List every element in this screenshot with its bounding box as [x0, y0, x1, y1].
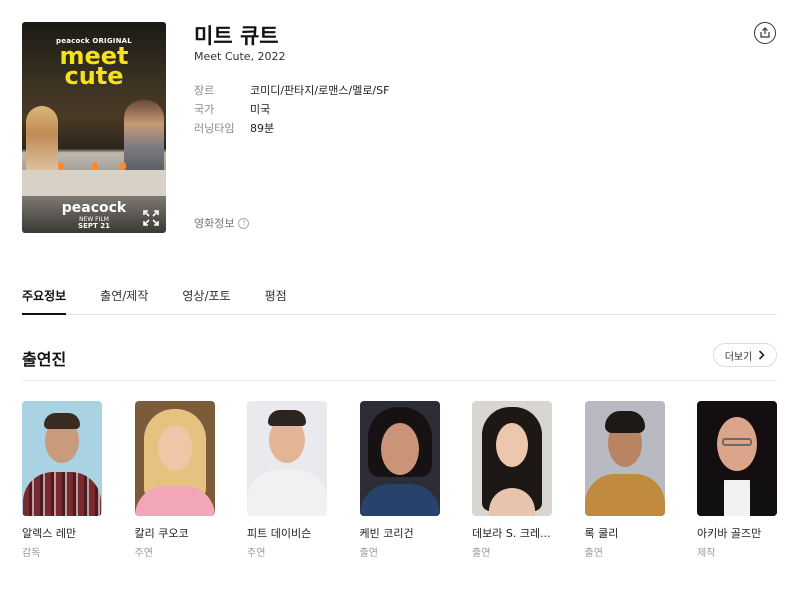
- cast-role: 감독: [22, 548, 41, 559]
- cast-member[interactable]: 피트 데이비슨 주연: [247, 401, 327, 559]
- meta-key: 장르: [194, 83, 215, 97]
- movie-meta-list: 장르 코미디/판타지/로맨스/멜로/SF 국가 미국 러닝타임 89분: [194, 80, 389, 137]
- meta-row-genre: 장르 코미디/판타지/로맨스/멜로/SF: [194, 80, 389, 99]
- poster-table: [22, 170, 166, 196]
- cast-photo[interactable]: [359, 401, 440, 516]
- photo-body: [23, 472, 101, 516]
- cast-name: 케빈 코리건: [359, 527, 414, 540]
- meta-value: 미국: [250, 102, 271, 116]
- cast-role: 주연: [134, 548, 153, 559]
- cast-member[interactable]: 케빈 코리건 출연: [359, 401, 440, 559]
- movie-poster[interactable]: peacock ORIGINAL meet cute peacock NEW F…: [22, 22, 166, 233]
- section-divider: [22, 380, 777, 381]
- movie-subtitle: Meet Cute, 2022: [194, 50, 286, 63]
- poster-candle: [58, 162, 64, 170]
- cast-name: 데보라 S. 크레...: [472, 527, 551, 540]
- cast-name: 록 쿨리: [584, 527, 619, 540]
- cast-photo[interactable]: [247, 401, 327, 516]
- cast-member[interactable]: 데보라 S. 크레... 출연: [472, 401, 552, 559]
- photo-hair: [722, 438, 752, 446]
- photo-body: [697, 480, 777, 516]
- poster-candle: [92, 162, 98, 170]
- cast-list: 알렉스 레만 감독 칼리 쿠오코 주연 피트 데이비슨 주연 케빈 코리건 출연: [22, 401, 777, 559]
- cast-role: 출연: [359, 548, 378, 559]
- info-icon: !: [238, 217, 250, 229]
- tab-cast-crew[interactable]: 출연/제작: [100, 284, 148, 315]
- cast-role: 출연: [472, 548, 491, 559]
- cast-role: 제작: [697, 548, 716, 559]
- more-button[interactable]: 더보기: [713, 343, 777, 367]
- movie-title: 미트 큐트: [194, 24, 279, 48]
- photo-body: [359, 484, 440, 516]
- meta-value: 코미디/판타지/로맨스/멜로/SF: [250, 83, 390, 97]
- cast-section-title: 출연진: [22, 350, 67, 369]
- expand-icon[interactable]: [142, 209, 160, 227]
- cast-name: 피트 데이비슨: [247, 527, 312, 540]
- cast-photo[interactable]: [22, 401, 102, 516]
- share-icon: [760, 27, 770, 38]
- cast-name: 칼리 쿠오코: [134, 527, 189, 540]
- poster-candle: [120, 162, 126, 170]
- poster-figure-left: [26, 106, 58, 176]
- tab-video-photo[interactable]: 영상/포토: [182, 284, 230, 315]
- cast-role: 출연: [584, 548, 603, 559]
- tab-main-info[interactable]: 주요정보: [22, 284, 67, 315]
- poster-title-line2: cute: [64, 62, 124, 90]
- meta-value: 89분: [250, 121, 275, 135]
- cast-photo[interactable]: [472, 401, 552, 516]
- cast-photo[interactable]: [697, 401, 777, 516]
- photo-hair: [268, 410, 306, 426]
- photo-body: [247, 470, 327, 516]
- photo-hair: [44, 413, 80, 429]
- cast-member[interactable]: 알렉스 레만 감독: [22, 401, 102, 559]
- more-button-label: 더보기: [724, 351, 753, 363]
- tab-rating[interactable]: 평점: [265, 284, 287, 315]
- meta-row-country: 국가 미국: [194, 99, 389, 118]
- chevron-right-icon: [759, 350, 765, 360]
- photo-head: [157, 425, 192, 471]
- cast-member[interactable]: 아키바 골즈만 제작: [697, 401, 777, 559]
- meta-key: 러닝타임: [194, 121, 235, 135]
- movie-info-link[interactable]: 영화정보 !: [194, 215, 250, 231]
- cast-member[interactable]: 록 쿨리 출연: [584, 401, 665, 559]
- share-button[interactable]: [754, 22, 776, 44]
- photo-head: [496, 423, 528, 467]
- cast-photo[interactable]: [584, 401, 665, 516]
- meta-key: 국가: [194, 102, 215, 116]
- poster-figure-right: [124, 100, 164, 180]
- cast-photo[interactable]: [134, 401, 215, 516]
- photo-body: [584, 474, 665, 516]
- photo-head: [380, 423, 419, 475]
- cast-role: 주연: [247, 548, 266, 559]
- poster-title-art: meet cute: [22, 44, 166, 90]
- cast-name: 아키바 골즈만: [697, 527, 762, 540]
- meta-row-runtime: 러닝타임 89분: [194, 118, 389, 137]
- cast-name: 알렉스 레만: [22, 527, 77, 540]
- movie-info-label: 영화정보: [194, 217, 235, 230]
- photo-hair: [604, 411, 645, 433]
- cast-member[interactable]: 칼리 쿠오코 주연: [134, 401, 215, 559]
- tab-bar: 주요정보 출연/제작 영상/포토 평점: [22, 284, 777, 315]
